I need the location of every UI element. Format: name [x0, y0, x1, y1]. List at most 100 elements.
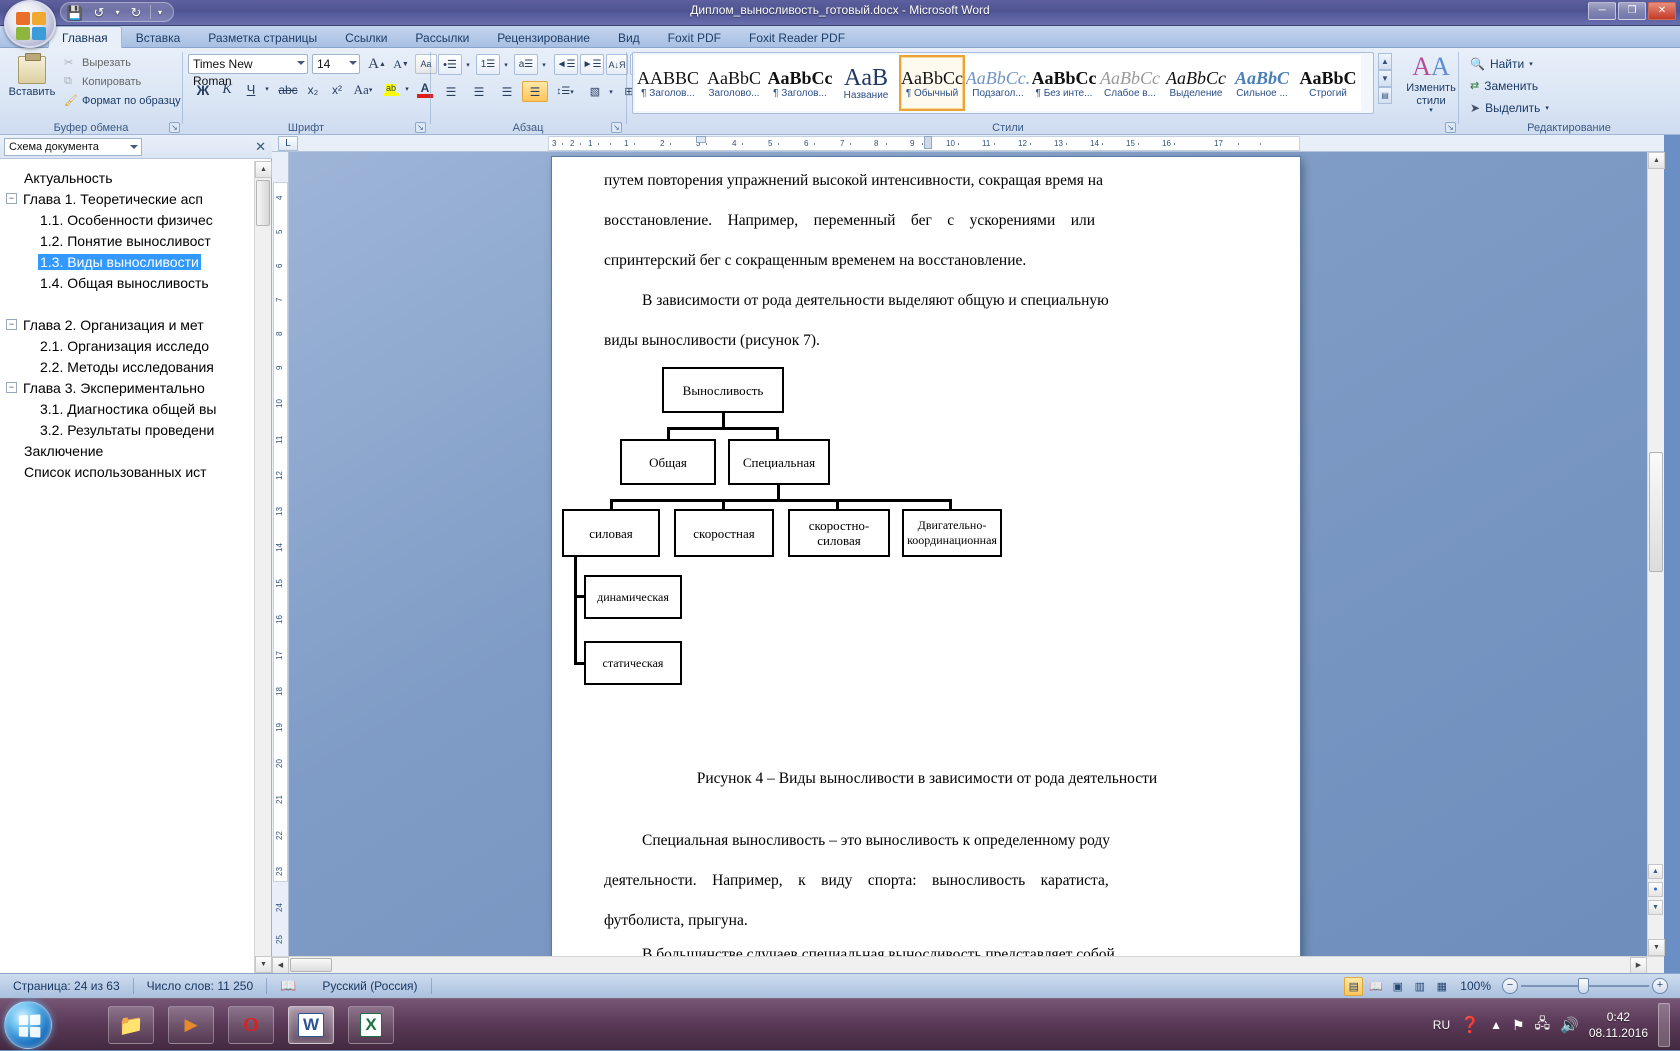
scroll-left-icon[interactable]: ◀ [272, 957, 289, 974]
style-item-intense-emphasis[interactable]: AaBbC Сильное ... [1229, 55, 1295, 111]
scrollbar-thumb[interactable] [290, 958, 332, 972]
tab-page-layout[interactable]: Разметка страницы [194, 26, 331, 48]
doc-map-item-1-3[interactable]: 1.3. Виды выносливости [0, 251, 254, 272]
replace-button[interactable]: ⇄ Заменить [1466, 75, 1542, 96]
align-left-button[interactable]: ☰ [438, 81, 464, 102]
undo-dropdown-icon[interactable]: ▾ [113, 4, 122, 21]
tab-view[interactable]: Вид [604, 26, 654, 48]
gallery-scroll-up-icon[interactable]: ▲ [1378, 53, 1392, 70]
style-item-emphasis[interactable]: AaBbCc Выделение [1163, 55, 1229, 111]
undo-icon[interactable]: ↺ [89, 4, 109, 21]
tab-insert[interactable]: Вставка [122, 26, 195, 48]
word-count-indicator[interactable]: Число слов: 11 250 [134, 974, 267, 999]
first-line-indent-marker[interactable] [696, 136, 706, 143]
tab-review[interactable]: Рецензирование [483, 26, 604, 48]
redo-icon[interactable]: ↻ [126, 4, 146, 21]
zoom-in-button[interactable]: + [1652, 978, 1668, 994]
line-spacing-button[interactable]: ↕☰ ▾ [552, 81, 578, 102]
doc-map-item-spisok[interactable]: Список использованных ист [0, 461, 254, 482]
maximize-button[interactable]: ❐ [1618, 2, 1646, 20]
scroll-up-icon[interactable]: ▲ [255, 161, 272, 178]
web-layout-view-button[interactable]: ▣ [1388, 977, 1407, 996]
document-map-combo[interactable]: Схема документа [4, 137, 142, 156]
diagram-box-special[interactable]: Специальная [728, 439, 830, 485]
proofing-status[interactable]: 📖 [267, 974, 309, 999]
style-item-heading1[interactable]: AABBC ¶ Заголов... [635, 55, 701, 111]
paragraph-dialog-launcher[interactable]: ↘ [611, 122, 622, 133]
diagram-box-root[interactable]: Выносливость [662, 367, 784, 413]
doc-map-item-3-1[interactable]: 3.1. Диагностика общей вы [0, 398, 254, 419]
clipboard-dialog-launcher[interactable]: ↘ [169, 122, 180, 133]
opera-taskbar-item[interactable]: O [228, 1006, 274, 1044]
underline-dropdown[interactable]: ▾ [262, 82, 272, 96]
volume-icon[interactable]: 🔊 [1560, 1016, 1579, 1034]
doc-map-item-2-2[interactable]: 2.2. Методы исследования [0, 356, 254, 377]
excel-taskbar-item[interactable]: X [348, 1006, 394, 1044]
office-button[interactable] [4, 0, 56, 48]
multilevel-list-button[interactable]: a☰ [514, 54, 538, 75]
zoom-level-label[interactable]: 100% [1454, 979, 1499, 993]
start-button[interactable] [4, 1001, 52, 1049]
scroll-right-icon[interactable]: ▶ [1630, 957, 1647, 974]
strikethrough-button[interactable]: abc [276, 79, 300, 100]
collapse-icon[interactable]: − [6, 193, 17, 204]
clock[interactable]: 0:42 08.11.2016 [1589, 1009, 1648, 1041]
vertical-ruler[interactable]: 4 5 6 7 8 9 10 11 12 13 14 15 16 17 18 1… [272, 152, 289, 973]
document-map-scrollbar[interactable]: ▲ ▼ [254, 161, 272, 973]
highlight-button[interactable]: ab [380, 79, 402, 100]
gallery-scroll-down-icon[interactable]: ▼ [1378, 70, 1392, 87]
scroll-up-icon[interactable]: ▲ [1648, 152, 1665, 169]
justify-button[interactable]: ☰ [522, 81, 548, 102]
style-item-subtitle[interactable]: AaBbCc. Подзагол... [965, 55, 1031, 111]
scroll-down-icon[interactable]: ▼ [1648, 939, 1665, 956]
style-item-heading2[interactable]: AaBbC Заголово... [701, 55, 767, 111]
endurance-types-diagram[interactable]: Выносливость Общая Специальная силовая с… [552, 357, 1300, 687]
bullets-dropdown[interactable]: ▾ [463, 57, 473, 72]
cut-button[interactable]: ✂ Вырезать [62, 53, 131, 72]
diagram-box-speed[interactable]: скоростная [674, 509, 774, 557]
sort-button[interactable]: A↓Я [606, 54, 628, 75]
styles-gallery[interactable]: AABBC ¶ Заголов... AaBbC Заголово... AaB… [632, 52, 1374, 114]
scrollbar-thumb[interactable] [1649, 452, 1663, 572]
bullets-button[interactable]: •☰ [438, 54, 462, 75]
help-icon[interactable]: ❓ [1460, 1015, 1480, 1035]
show-desktop-button[interactable] [1658, 1003, 1670, 1047]
tab-foxit-reader-pdf[interactable]: Foxit Reader PDF [735, 26, 859, 48]
doc-map-item-1-2[interactable]: 1.2. Понятие выносливост [0, 230, 254, 251]
superscript-button[interactable]: x² [326, 79, 348, 100]
show-hidden-icons-icon[interactable]: ▲ [1490, 1018, 1502, 1032]
doc-map-item-chapter1[interactable]: − Глава 1. Теоретические асп [0, 188, 254, 209]
underline-button[interactable]: Ч [240, 79, 262, 100]
font-name-combo[interactable]: Times New Roman [188, 54, 308, 88]
media-player-taskbar-item[interactable]: ▶ [168, 1006, 214, 1044]
collapse-icon[interactable]: − [6, 319, 17, 330]
format-painter-button[interactable]: 🖌 Формат по образцу [62, 91, 181, 110]
bold-button[interactable]: Ж [192, 79, 214, 100]
numbering-dropdown[interactable]: ▾ [501, 57, 511, 72]
document-vertical-scrollbar[interactable]: ▲ ▲ ● ▼ ▼ [1647, 152, 1665, 956]
diagram-box-dynamic[interactable]: динамическая [584, 575, 682, 619]
select-browse-object-button[interactable]: ● [1648, 882, 1663, 897]
network-icon[interactable]: 🖧 [1535, 1013, 1551, 1037]
diagram-box-speed-power[interactable]: скоростно-силовая [788, 509, 890, 557]
doc-map-item-3-2[interactable]: 3.2. Результаты проведени [0, 419, 254, 440]
zoom-slider-thumb[interactable] [1578, 978, 1589, 994]
customize-qat-icon[interactable]: ▾ [155, 4, 165, 21]
doc-map-item-2-1[interactable]: 2.1. Организация исследо [0, 335, 254, 356]
network-flag-icon[interactable]: ⚑ [1512, 1017, 1525, 1034]
minimize-button[interactable]: ─ [1588, 2, 1616, 20]
full-screen-reading-button[interactable]: 📖 [1366, 977, 1385, 996]
paste-button[interactable]: Вставить [6, 51, 58, 113]
gallery-more-icon[interactable]: ▤ [1378, 87, 1392, 104]
style-item-normal[interactable]: AaBbCc ¶ Обычный [899, 55, 965, 111]
document-page[interactable]: путем повторения упражнений высокой инте… [552, 157, 1300, 991]
close-pane-button[interactable]: ✕ [255, 139, 266, 155]
style-item-subtle-emphasis[interactable]: AaBbCc Слабое в... [1097, 55, 1163, 111]
doc-map-item-1-4[interactable]: 1.4. Общая выносливость [0, 272, 254, 293]
select-dropdown-icon[interactable]: ▾ [1545, 104, 1549, 112]
previous-page-button[interactable]: ▲ [1648, 864, 1663, 879]
horizontal-ruler[interactable]: L 3 2 1 1 2 3 4 5 6 7 8 9 10 11 12 13 14… [272, 135, 1664, 152]
explorer-taskbar-item[interactable]: 📁 [108, 1006, 154, 1044]
word-taskbar-item[interactable]: W [288, 1006, 334, 1044]
document-horizontal-scrollbar[interactable]: ◀ ▶ [272, 956, 1664, 974]
